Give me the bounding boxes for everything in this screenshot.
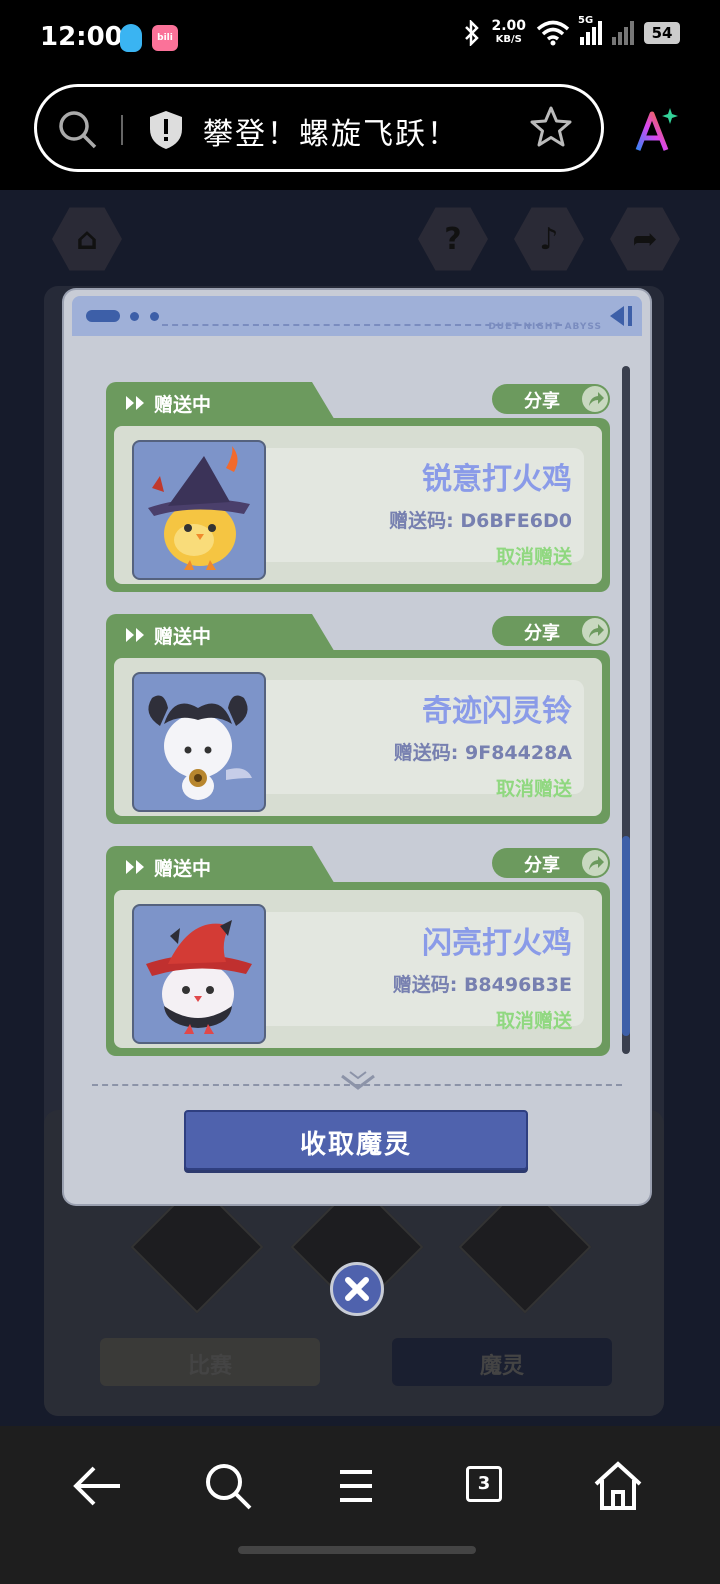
tab-match[interactable]: 比赛: [100, 1338, 320, 1386]
modal-header: DUET NIGHT ABYSS: [72, 296, 642, 336]
ram-bell-spirit-illustration: [148, 695, 252, 800]
network-speed-value: 2.00: [491, 18, 526, 34]
game-music-button[interactable]: ♪: [514, 207, 584, 271]
search-icon[interactable]: [198, 1456, 258, 1516]
card-body: 闪亮打火鸡 赠送码: B8496B3E 取消赠送: [106, 882, 610, 1056]
share-label: 分享: [524, 623, 560, 644]
header-dot-decor: [130, 312, 139, 321]
close-icon: [345, 1277, 369, 1301]
share-arrow-icon: [582, 850, 608, 876]
double-chevron-icon: [126, 396, 144, 410]
share-button[interactable]: 分享: [492, 616, 610, 646]
share-label: 分享: [524, 855, 560, 876]
search-icon[interactable]: [57, 109, 99, 151]
gift-modal: DUET NIGHT ABYSS 赠送中 分享 锐意打火鸡 赠送码: D6BFE…: [64, 290, 650, 1204]
card-body: 锐意打火鸡 赠送码: D6BFE6D0 取消赠送: [106, 418, 610, 592]
game-home-button[interactable]: ⌂: [52, 207, 122, 271]
home-icon: ⌂: [76, 222, 98, 257]
pet-name: 奇迹闪灵铃: [422, 694, 572, 729]
gift-code[interactable]: 赠送码: D6BFE6D0: [389, 506, 572, 533]
game-share-button[interactable]: ➦: [610, 207, 680, 271]
collect-spirit-label: 收取魔灵: [299, 1130, 412, 1160]
qq-icon: [120, 24, 142, 52]
share-arrow-icon: [582, 618, 608, 644]
music-note-icon: ♪: [539, 222, 559, 257]
wifi-icon: [536, 20, 570, 46]
question-icon: ?: [444, 222, 462, 257]
battery-icon: 54: [644, 22, 680, 44]
fire-chick-witch-hat-illustration: [148, 446, 250, 570]
status-indicators: 2.00 KB/S 5G 54: [463, 15, 680, 46]
status-time: 12:00: [40, 22, 123, 52]
pet-name: 锐意打火鸡: [422, 462, 572, 497]
share-arrow-icon: ➦: [632, 222, 658, 257]
game-help-button[interactable]: ?: [418, 207, 488, 271]
gift-code[interactable]: 赠送码: 9F84428A: [394, 738, 572, 765]
bookmark-star-icon[interactable]: [529, 105, 573, 149]
card-status-label: 赠送中: [154, 626, 212, 648]
bluetooth-icon: [465, 20, 480, 46]
share-label: 分享: [524, 391, 560, 412]
home-icon[interactable]: [588, 1456, 648, 1516]
tabs-button[interactable]: 3: [456, 1456, 516, 1516]
gift-code[interactable]: 赠送码: B8496B3E: [393, 970, 572, 997]
address-bar[interactable]: 攀登！螺旋飞跃！: [34, 84, 604, 172]
back-arrow-icon[interactable]: [68, 1456, 128, 1516]
header-pill-decor: [86, 310, 120, 322]
card-inner: 奇迹闪灵铃 赠送码: 9F84428A 取消赠送: [114, 658, 602, 816]
card-tab-slope: [296, 614, 336, 654]
cancel-gift-link[interactable]: 取消赠送: [496, 542, 572, 569]
browser-bottom-nav: 3: [0, 1426, 720, 1584]
gift-card: 赠送中 分享: [106, 846, 610, 1056]
pet-name: 闪亮打火鸡: [422, 926, 572, 961]
gesture-bar: [238, 1546, 476, 1554]
gift-card: 赠送中 分享: [106, 614, 610, 824]
header-dot-decor: [150, 312, 159, 321]
bilibili-icon: bili: [152, 25, 178, 51]
card-body: 奇迹闪灵铃 赠送码: 9F84428A 取消赠送: [106, 650, 610, 824]
share-button[interactable]: 分享: [492, 848, 610, 878]
pet-avatar: [132, 440, 266, 580]
scrollbar-thumb[interactable]: [622, 836, 630, 1036]
tab-spirits[interactable]: 魔灵: [392, 1338, 612, 1386]
list-scrollbar[interactable]: [622, 366, 630, 1054]
card-status-label: 赠送中: [154, 394, 212, 416]
browser-toolbar: 攀登！螺旋飞跃！: [0, 80, 720, 190]
menu-icon[interactable]: [326, 1456, 386, 1516]
signal-5g: 5G: [578, 15, 602, 45]
gift-card: 赠送中 分享: [106, 382, 610, 592]
status-bar: 12:00 bili 2.00 KB/S 5G 54: [0, 0, 720, 80]
card-tab-slope: [296, 846, 336, 886]
network-speed-unit: KB/S: [495, 34, 522, 45]
close-modal-button[interactable]: [330, 1262, 384, 1316]
brand-label: DUET NIGHT ABYSS: [488, 322, 602, 332]
tab-count-icon: 3: [466, 1466, 502, 1502]
shield-icon[interactable]: [147, 109, 185, 151]
double-chevron-icon: [126, 628, 144, 642]
header-bar-decor: [628, 306, 632, 326]
tab-match-label: 比赛: [187, 1354, 232, 1379]
double-chevron-icon: [126, 860, 144, 874]
share-button[interactable]: 分享: [492, 384, 610, 414]
cancel-gift-link[interactable]: 取消赠送: [496, 774, 572, 801]
collect-spirit-button[interactable]: 收取魔灵: [184, 1110, 528, 1170]
address-separator: [121, 115, 123, 145]
ai-assistant-icon[interactable]: [632, 106, 680, 154]
signal-bars-sim2-icon: [612, 21, 634, 45]
page-title[interactable]: 攀登！螺旋飞跃！: [203, 109, 459, 153]
pet-avatar: [132, 904, 266, 1044]
cancel-gift-link[interactable]: 取消赠送: [496, 1006, 572, 1033]
pet-avatar: [132, 672, 266, 812]
tab-spirits-label: 魔灵: [479, 1354, 524, 1379]
shiny-fire-chick-red-hat-illustration: [146, 920, 252, 1034]
network-type: 5G: [578, 15, 594, 26]
chevron-down-icon: [341, 1071, 375, 1090]
card-status-label: 赠送中: [154, 858, 212, 880]
share-arrow-icon: [582, 386, 608, 412]
header-arrow-icon: [610, 306, 624, 326]
card-tab-slope: [296, 382, 336, 422]
card-inner: 锐意打火鸡 赠送码: D6BFE6D0 取消赠送: [114, 426, 602, 584]
network-speed: 2.00 KB/S: [491, 18, 526, 46]
card-inner: 闪亮打火鸡 赠送码: B8496B3E 取消赠送: [114, 890, 602, 1048]
